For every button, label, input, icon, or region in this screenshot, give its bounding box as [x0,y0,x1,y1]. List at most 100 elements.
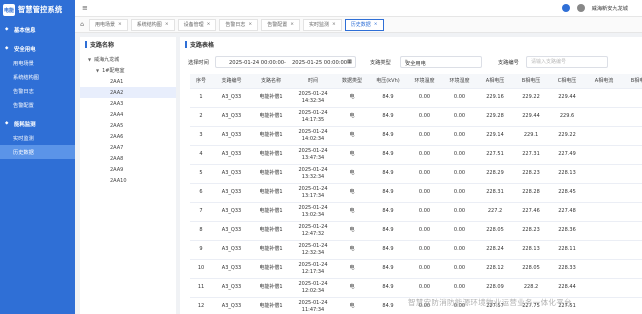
cell-kvh: 84.9 [369,221,407,241]
logo-badge: 电能 [3,4,15,16]
tree-node[interactable]: ▼ 1#配电室 [80,65,176,76]
sidebar-item[interactable]: ◆ 能耗监测 [0,117,75,131]
data-table-wrap[interactable]: 序号 支路编号 支路名称 时间 数据类型 电压(kVh) 环境温度 环境湿度 A相电压 B相电压 C… [190,74,642,314]
cell-no: 11 [190,278,212,298]
end-date[interactable]: 2025-01-25 00:00:00 [292,60,347,66]
sidebar-item-label: 告警配置 [13,102,34,109]
table-row[interactable]: 9 A3_Q33 电能补偿1 2025-01-24 12:32:34 电 84.9 0.00 0… [190,240,642,260]
cell-uc: 228.11 [549,240,585,260]
close-icon[interactable]: × [332,22,336,27]
tree-node-label: 2AA3 [110,100,124,107]
avatar[interactable] [576,4,585,12]
close-icon[interactable]: × [374,22,378,27]
tree-node[interactable]: 2AA8 [80,153,176,164]
cell-type: 电 [335,259,369,279]
sidebar-item[interactable]: 告警日志 [0,84,75,98]
timestamp-cell: 2025-01-24 14:17:35 [291,107,335,127]
tree-node-label: 2AA6 [110,133,124,140]
tab-item[interactable]: 用电场景 × [89,18,128,31]
sidebar-item[interactable]: 实时监测 [0,131,75,145]
caret-down-icon[interactable]: ▼ [88,57,91,62]
table-row[interactable]: 5 A3_Q33 电能补偿1 2025-01-24 13:32:34 电 84.9 0.00 0… [190,164,642,184]
close-icon[interactable]: × [248,22,252,27]
tab-item[interactable]: 系统结构图 × [130,18,175,31]
sidebar-item[interactable]: ◆ 基本信息 [0,23,75,37]
table-row[interactable]: 10 A3_Q33 电能补偿1 2025-01-24 12:17:34 电 84.9 0.00… [190,259,642,279]
cell-hum: 0.00 [442,88,477,108]
caret-down-icon[interactable]: ▼ [96,68,99,73]
sidebar-item[interactable]: 告警配置 [0,98,75,112]
cell-name: 电能补偿1 [251,145,291,165]
cell-empty [623,259,642,279]
tree-node[interactable]: 2AA10 [80,175,176,186]
cell-uc: 227.48 [549,202,585,222]
cell-ub: 229.1 [513,126,549,146]
cell-empty [623,202,642,222]
cell-ua: 229.16 [477,88,513,108]
tab-item[interactable]: 告警日志 × [219,18,259,31]
watermark-text: 智慧安防消防能源环境物业运营业务一体化平台 [408,298,572,307]
tree-node[interactable]: 2AA4 [80,109,176,120]
table-row[interactable]: 8 A3_Q33 电能补偿1 2025-01-24 12:47:32 电 84.9 0.00 0… [190,221,642,241]
table-row[interactable]: 11 A3_Q33 电能补偿1 2025-01-24 12:02:34 电 84.9 0.00… [190,278,642,298]
timestamp-cell: 2025-01-24 12:17:34 [291,259,335,279]
table-row[interactable]: 3 A3_Q33 电能补偿1 2025-01-24 14:02:34 电 84.9 0.00 0… [190,126,642,146]
tree-node[interactable]: 2AA6 [80,131,176,142]
cell-type: 电 [335,221,369,241]
menu-toggle-icon[interactable]: ≡ [82,4,88,12]
home-icon[interactable]: ⌂ [75,21,89,28]
sidebar: 电能 智慧管控系统 ◆ 基本信息 ◆ 安全用电 用电场景 系统结构图 告警日志 告警配置 ◆ 能耗… [0,0,75,314]
tree-node-label: 2AA8 [110,155,124,162]
cell-name: 电能补偿1 [251,164,291,184]
close-icon[interactable]: × [207,22,211,27]
tree-node-label: 2AA10 [110,177,127,184]
close-icon[interactable]: × [165,22,169,27]
cell-uc: 228.13 [549,164,585,184]
tab-label: 用电场景 [95,22,116,28]
tab-item[interactable]: 设备管理 × [177,18,217,31]
column-header: 数据类型 [335,74,369,89]
notification-icon[interactable] [561,4,570,12]
time-text: 12:02:34 [301,287,325,294]
time-label: 选择时间 [188,60,209,66]
close-icon[interactable]: × [118,22,122,27]
cell-empty [585,183,623,203]
table-row[interactable]: 6 A3_Q33 电能补偿1 2025-01-24 13:17:34 电 84.9 0.00 0… [190,183,642,203]
cell-ub: 228.23 [513,221,549,241]
tab-item[interactable]: 告警配置 × [261,18,300,31]
tab-item[interactable]: 实时监测 × [302,18,342,31]
tree-node[interactable]: 2AA9 [80,164,176,175]
close-icon[interactable]: × [290,22,294,27]
cell-temp: 0.00 [407,278,442,298]
cell-code: A3_Q33 [212,297,251,314]
cell-ua: 228.24 [477,240,513,260]
tree-node[interactable]: 2AA1 [80,76,176,87]
table-row[interactable]: 4 A3_Q33 电能补偿1 2025-01-24 13:47:34 电 84.9 0.00 0… [190,145,642,165]
sidebar-item[interactable]: ◆ 安全用电 [0,42,75,56]
cell-hum: 0.00 [442,183,477,203]
tree-node[interactable]: 2AA3 [80,98,176,109]
tree-node[interactable]: 2AA5 [80,120,176,131]
sidebar-item[interactable]: 历史数据 [0,145,75,159]
user-name[interactable]: 威海新安九龙城 [592,5,628,12]
column-header: C相电压 [549,74,585,89]
sidebar-menu: ◆ 基本信息 ◆ 安全用电 用电场景 系统结构图 告警日志告警配置 ◆ 能耗监测 实时监测 历史数据 [0,23,75,159]
sidebar-item[interactable]: 系统结构图 [0,70,75,84]
start-date[interactable]: 2025-01-24 00:00:00 [229,60,284,66]
table-row[interactable]: 1 A3_Q33 电能补偿1 2025-01-24 14:32:34 电 84.9 0.00 0… [190,88,642,108]
sidebar-item[interactable]: 用电场景 [0,56,75,70]
table-row[interactable]: 2 A3_Q33 电能补偿1 2025-01-24 14:17:35 电 84.9 0.00 0… [190,107,642,127]
tree-node-label: 2AA1 [110,78,124,85]
calendar-icon[interactable]: ▦ [347,59,352,65]
time-text: 12:17:34 [301,268,325,275]
tree-node[interactable]: 2AA7 [80,142,176,153]
tree-node[interactable]: ▼ 威海九龙城 [80,54,176,65]
cell-code: A3_Q33 [212,202,251,222]
cell-kvh: 84.9 [369,88,407,108]
date-range-picker[interactable]: 2025-01-24 00:00:00 - 2025-01-25 00:00:0… [215,56,356,68]
tab-item[interactable]: 历史数据 × [344,18,384,31]
tree-node[interactable]: 2AA2 [80,87,176,98]
table-row[interactable]: 7 A3_Q33 电能补偿1 2025-01-24 13:02:34 电 84.9 0.00 0… [190,202,642,222]
branch-code-input[interactable] [526,56,608,68]
branch-type-select[interactable]: 安全用电 ▾ [400,56,482,68]
